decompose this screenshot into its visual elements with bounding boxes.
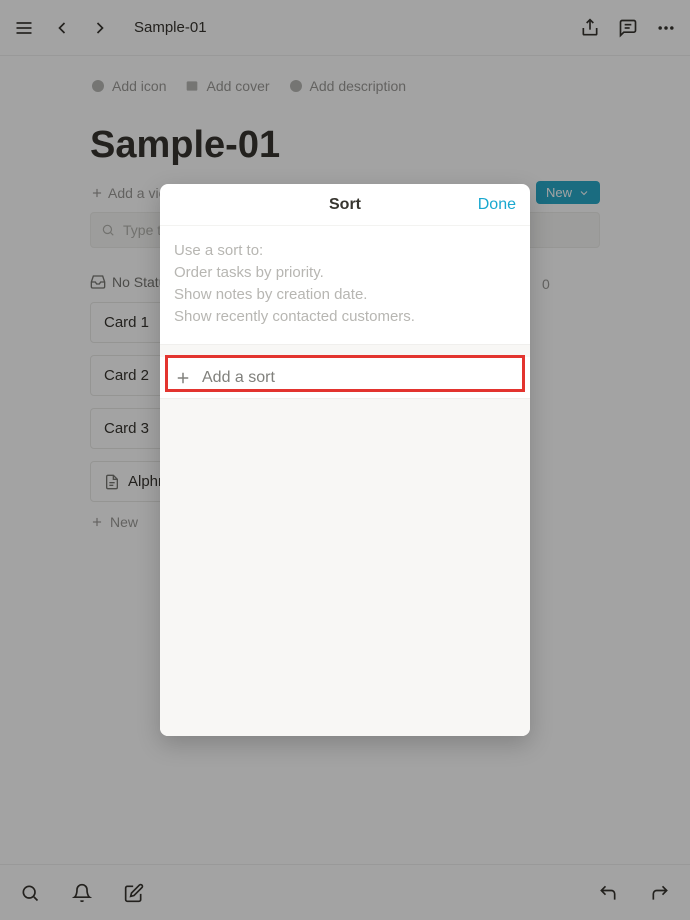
sort-modal: Sort Done Use a sort to: Order tasks by …: [160, 184, 530, 736]
hint-line: Show notes by creation date.: [174, 284, 516, 306]
add-sort-button[interactable]: Add a sort: [160, 357, 530, 399]
modal-title: Sort: [329, 196, 361, 214]
hint-line: Order tasks by priority.: [174, 262, 516, 284]
hint-line: Show recently contacted customers.: [174, 306, 516, 328]
modal-header: Sort Done: [160, 184, 530, 226]
sort-hints: Use a sort to: Order tasks by priority. …: [160, 226, 530, 345]
hint-line: Use a sort to:: [174, 240, 516, 262]
done-button[interactable]: Done: [478, 196, 516, 214]
plus-icon: [174, 369, 192, 387]
modal-body: Use a sort to: Order tasks by priority. …: [160, 226, 530, 736]
add-sort-label: Add a sort: [202, 369, 275, 387]
